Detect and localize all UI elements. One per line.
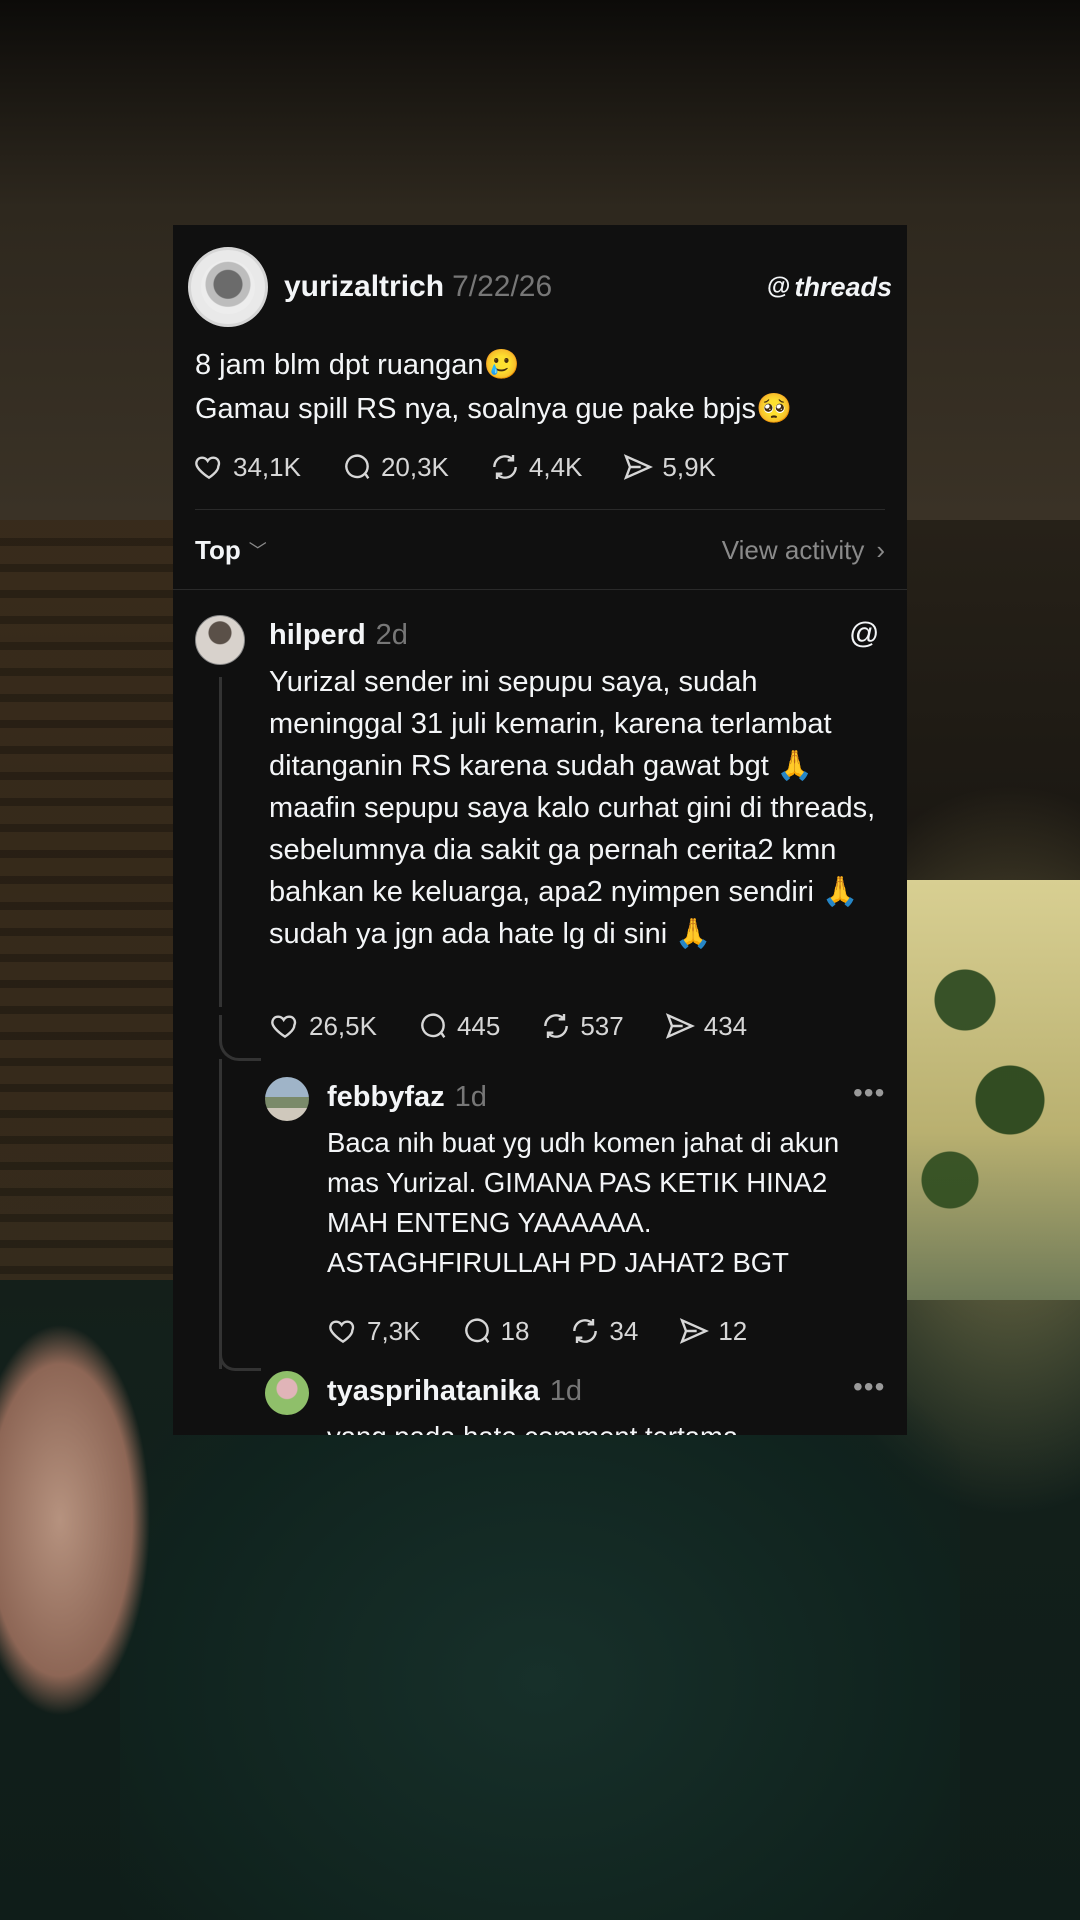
thread-connector <box>219 1355 261 1371</box>
comment-icon <box>345 454 370 479</box>
threads-brand-label: threads <box>794 271 892 302</box>
author-username[interactable]: yurizaltrich <box>284 270 444 304</box>
post-header: yurizaltrich 7/22/26 @ threads <box>188 247 892 327</box>
thread-connector <box>219 1015 261 1061</box>
share-icon <box>665 1013 695 1039</box>
repost-icon <box>573 1319 598 1343</box>
post-text-line-1: 8 jam blm dpt ruangan🥲 <box>195 349 520 381</box>
repost-button[interactable]: 4,4K <box>489 451 583 483</box>
reply-time: 1d <box>454 1081 487 1113</box>
author-avatar[interactable] <box>188 247 268 327</box>
comment-count: 20,3K <box>380 451 449 482</box>
repost-button[interactable]: 34 <box>569 1315 638 1347</box>
divider <box>173 589 907 590</box>
share-icon <box>624 454 654 480</box>
threads-logo-icon: @ <box>767 273 791 300</box>
post-stats: 34,1K 20,3K 4,4K 5,9K <box>193 447 756 487</box>
reply-header: febbyfaz 1d <box>327 1081 487 1114</box>
repost-count: 4,4K <box>528 451 583 482</box>
chevron-down-icon[interactable]: ﹀ <box>249 537 267 563</box>
thread-line <box>219 1059 222 1369</box>
post-date: 7/22/26 <box>452 270 553 303</box>
post-text-line-2: Gamau spill RS nya, soalnya gue pake bpj… <box>195 393 793 425</box>
comment-button[interactable]: 445 <box>417 1010 500 1042</box>
more-dots-icon[interactable]: ••• <box>853 1371 885 1403</box>
like-button[interactable]: 34,1K <box>193 451 301 483</box>
repost-icon <box>544 1014 569 1038</box>
divider <box>195 509 885 510</box>
like-count: 34,1K <box>233 451 301 482</box>
avatar[interactable] <box>265 1077 309 1121</box>
chevron-right-icon: › <box>876 534 885 565</box>
share-icon <box>680 1318 710 1344</box>
like-count: 26,5K <box>309 1010 377 1041</box>
share-count: 12 <box>718 1315 748 1346</box>
reply-header: tyasprihatanika 1d <box>327 1375 582 1408</box>
view-activity-label: View activity <box>721 534 865 565</box>
reply-username[interactable]: febbyfaz <box>327 1081 445 1114</box>
comment-count: 445 <box>456 1010 501 1041</box>
heart-icon <box>195 456 221 480</box>
comment-icon <box>464 1318 489 1343</box>
comment-button[interactable]: 20,3K <box>341 451 449 483</box>
reply-time: 1d <box>549 1375 583 1407</box>
repost-count: 537 <box>580 1010 624 1041</box>
comment-count: 18 <box>500 1315 530 1346</box>
heart-icon <box>329 1320 355 1344</box>
post-text: 8 jam blm dpt ruangan🥲 Gamau spill RS ny… <box>195 343 885 431</box>
like-button[interactable]: 7,3K <box>327 1315 421 1347</box>
heart-icon <box>271 1015 297 1039</box>
reply-text: yang pada hate comment tertama <box>327 1417 887 1435</box>
share-button[interactable]: 12 <box>678 1315 747 1347</box>
share-count: 5,9K <box>662 451 716 482</box>
view-activity-link[interactable]: View activity › <box>722 535 885 566</box>
repost-count: 34 <box>609 1315 639 1346</box>
reply-time: 2d <box>375 619 408 651</box>
more-dots-icon[interactable]: ••• <box>853 1077 885 1109</box>
like-button[interactable]: 26,5K <box>269 1010 377 1042</box>
avatar[interactable] <box>265 1371 309 1415</box>
reply-stats: 26,5K 445 537 434 <box>269 1010 787 1042</box>
sort-dropdown[interactable]: Top <box>195 535 241 566</box>
avatar[interactable] <box>195 615 245 665</box>
share-button[interactable]: 5,9K <box>622 451 716 483</box>
comment-button[interactable]: 18 <box>461 1315 530 1347</box>
threads-logo-icon: @ <box>849 617 880 650</box>
reply-username[interactable]: hilperd <box>269 619 366 652</box>
threads-brand: @ threads <box>767 272 892 303</box>
reply-text: Baca nih buat yg udh komen jahat di akun… <box>327 1127 840 1278</box>
replies-filter-row: Top ﹀ View activity › <box>195 530 885 570</box>
like-count: 7,3K <box>367 1315 421 1346</box>
comment-icon <box>421 1013 446 1038</box>
share-button[interactable]: 434 <box>664 1010 747 1042</box>
reply-header: hilperd 2d <box>269 619 408 652</box>
thread-line <box>219 677 222 1007</box>
background-hand <box>0 1280 200 1800</box>
reply-username[interactable]: tyasprihatanika <box>327 1375 540 1408</box>
threads-post-card: yurizaltrich 7/22/26 @ threads 8 jam blm… <box>173 225 907 1435</box>
reply-stats: 7,3K 18 34 12 <box>327 1315 787 1347</box>
reply-text: Yurizal sender ini sepupu saya, sudah me… <box>269 666 876 950</box>
repost-icon <box>493 455 517 479</box>
repost-button[interactable]: 537 <box>540 1010 624 1042</box>
share-count: 434 <box>703 1010 748 1041</box>
